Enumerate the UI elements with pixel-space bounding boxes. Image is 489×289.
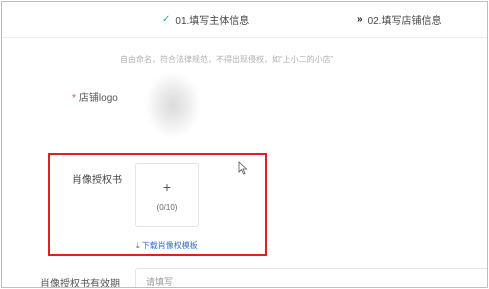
step-label: 01.填写主体信息	[175, 16, 250, 27]
store-name-hint: 自由命名，符合法律规范，不得出现侵权，如“上小二的小店”	[120, 55, 334, 64]
store-logo-label: * 店铺logo	[72, 89, 118, 104]
store-logo-image[interactable]	[147, 74, 199, 136]
portrait-upload-button[interactable]: + (0/10)	[135, 163, 199, 227]
step-fill-entity-info[interactable]: ✓ 01.填写主体信息	[162, 12, 249, 27]
check-icon: ✓	[162, 14, 171, 25]
authorization-validity-input[interactable]: 请填写	[135, 268, 487, 287]
step-header: ✓ 01.填写主体信息 » 02.填写店铺信息	[2, 2, 487, 38]
upload-count: (0/10)	[156, 203, 178, 212]
required-mark: *	[72, 93, 76, 104]
step-fill-store-info[interactable]: » 02.填写店铺信息	[357, 12, 441, 27]
plus-icon: +	[162, 179, 172, 195]
store-logo-label-text: 店铺logo	[78, 93, 118, 104]
authorization-validity-label: 肖像授权书有效期	[40, 279, 120, 288]
step-label: 02.填写店铺信息	[367, 16, 442, 27]
portrait-authorization-label: 肖像授权书	[72, 175, 122, 186]
store-form-panel: ✓ 01.填写主体信息 » 02.填写店铺信息 自由命名，符合法律规范，不得出现…	[1, 1, 488, 288]
download-template-link[interactable]: ⤓ 下载肖像权模板	[136, 240, 198, 251]
double-chevron-icon: »	[357, 14, 362, 25]
